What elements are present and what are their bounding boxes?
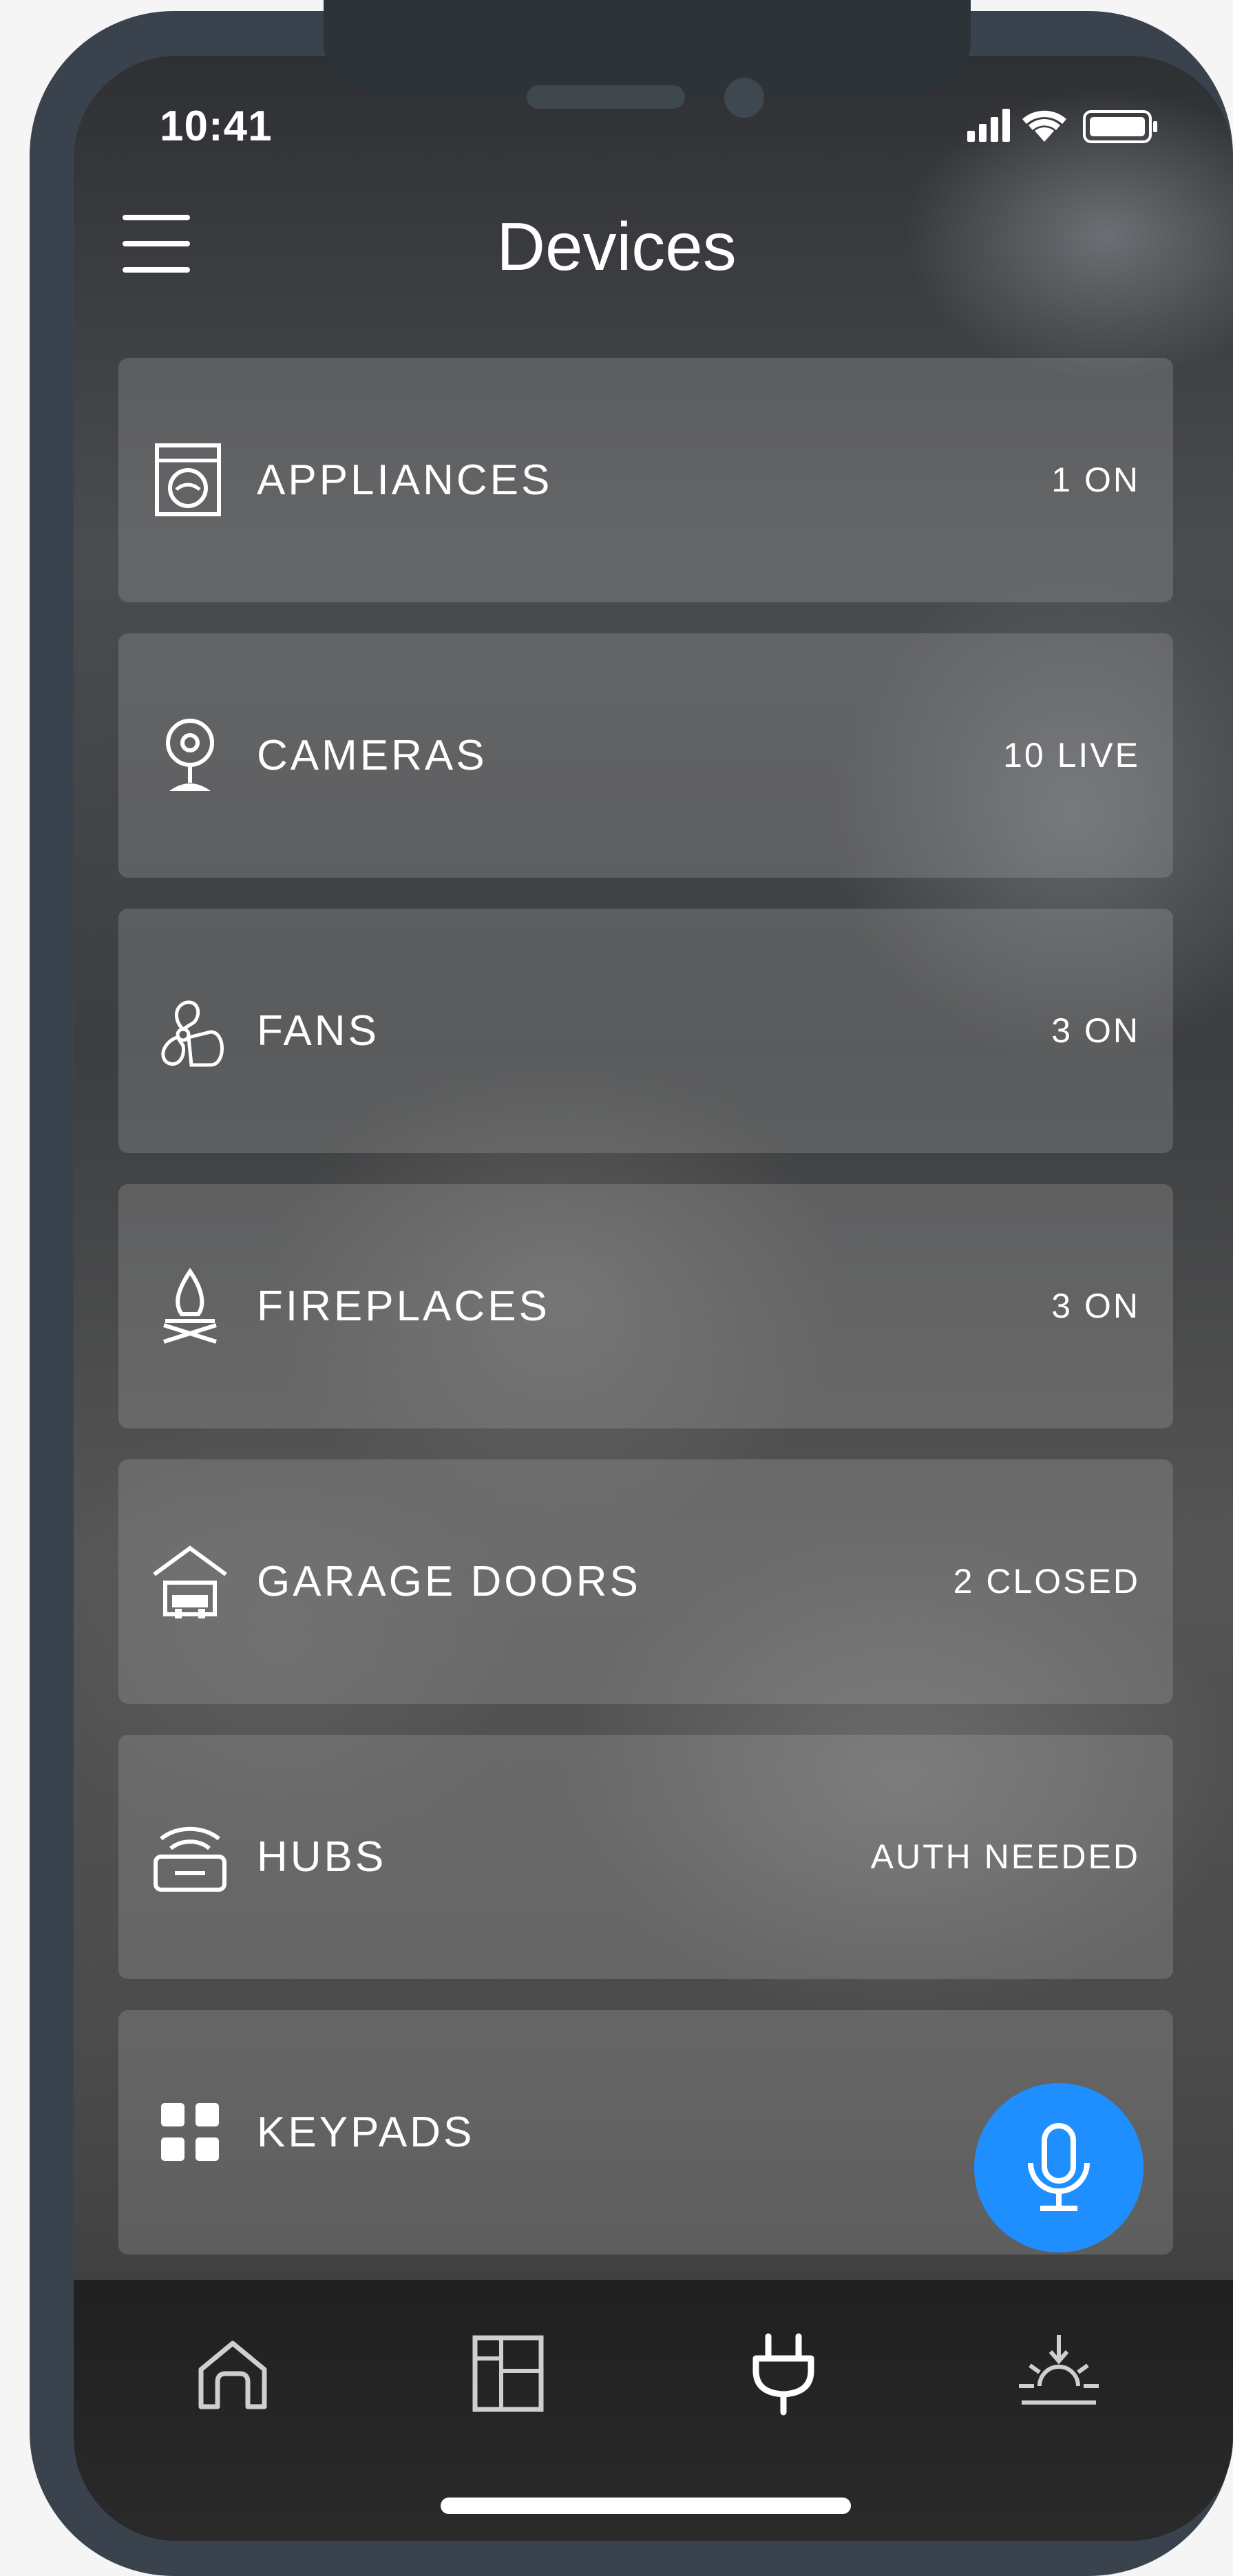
device-label: APPLIANCES (257, 456, 553, 504)
wifi-icon (1022, 110, 1066, 142)
device-status: 3 ON (1051, 1011, 1140, 1050)
device-status: AUTH NEEDED (870, 1837, 1140, 1876)
battery-icon (1083, 110, 1157, 143)
device-card-garage-doors[interactable]: GARAGE DOORS 2 CLOSED (118, 1459, 1173, 1704)
device-status: 3 ON (1051, 1287, 1140, 1325)
device-label: HUBS (257, 1833, 387, 1881)
plug-icon (752, 2333, 814, 2416)
sunrise-icon (1019, 2335, 1099, 2405)
webcam-icon (166, 719, 214, 791)
garage-icon (153, 1545, 227, 1618)
home-icon (198, 2341, 267, 2409)
home-indicator[interactable] (441, 2498, 851, 2514)
fireplace-icon (163, 1267, 217, 1344)
tab-rooms[interactable] (460, 2325, 556, 2422)
microphone-icon (1028, 2123, 1090, 2211)
page-title: Devices (496, 209, 737, 284)
device-label: FIREPLACES (257, 1282, 550, 1330)
device-label: GARAGE DOORS (257, 1558, 641, 1605)
device-card-fireplaces[interactable]: FIREPLACES 3 ON (118, 1184, 1173, 1428)
washing-machine-icon (155, 443, 221, 516)
device-status: 2 CLOSED (953, 1562, 1140, 1601)
device-status: 1 ON (1051, 461, 1140, 499)
status-time: 10:41 (160, 103, 273, 150)
device-label: FANS (257, 1007, 379, 1055)
keypad-icon (161, 2103, 219, 2161)
speaker-grille (527, 85, 685, 109)
front-camera (724, 78, 764, 118)
device-card-cameras[interactable]: CAMERAS 10 LIVE (118, 633, 1173, 878)
cellular-signal-icon (967, 109, 1010, 142)
tab-home[interactable] (185, 2325, 281, 2422)
device-label: KEYPADS (257, 2109, 475, 2156)
notch (324, 0, 971, 91)
hub-icon (154, 1826, 226, 1892)
device-card-hubs[interactable]: HUBS AUTH NEEDED (118, 1735, 1173, 1979)
voice-command-button[interactable] (974, 2083, 1144, 2252)
floorplan-icon (472, 2335, 544, 2412)
tab-scenes[interactable] (1011, 2325, 1107, 2422)
status-icons (967, 109, 1157, 143)
device-card-appliances[interactable]: APPLIANCES 1 ON (118, 358, 1173, 602)
device-label: CAMERAS (257, 732, 487, 779)
device-status: 10 LIVE (1003, 736, 1140, 774)
device-card-fans[interactable]: FANS 3 ON (118, 909, 1173, 1153)
tab-devices[interactable] (735, 2325, 832, 2422)
fan-icon (161, 1000, 224, 1067)
